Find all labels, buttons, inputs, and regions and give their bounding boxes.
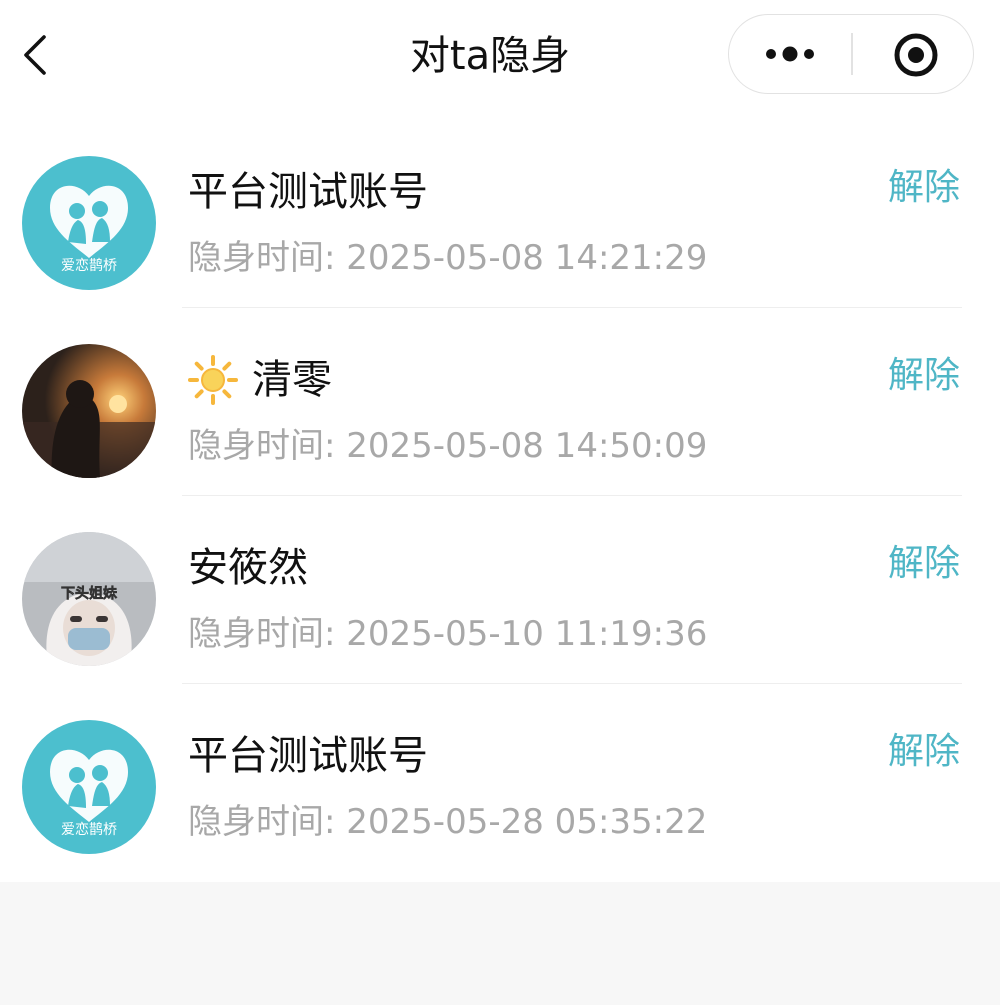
hidden-time: 隐身时间: 2025-05-10 11:19:36 xyxy=(188,610,707,658)
user-name: 平台测试账号 xyxy=(188,169,428,215)
page: 对ta隐身 爱恋鹊桥 平台测试账号 隐身时间: 2025-05-08 14:21… xyxy=(0,0,1000,1005)
avatar: 爱恋鹊桥 xyxy=(22,720,156,854)
list-item: 爱恋鹊桥 平台测试账号 隐身时间: 2025-05-08 14:21:29 解除 xyxy=(0,120,1000,308)
unhide-button[interactable]: 解除 xyxy=(888,538,960,590)
hidden-time-label: 隐身时间: xyxy=(188,238,336,278)
hidden-time-value: 2025-05-08 14:21:29 xyxy=(346,238,708,278)
hooded-person-photo-avatar: 下头姐妹 xyxy=(22,532,156,666)
chevron-left-icon xyxy=(24,35,46,75)
user-name-row: 清零 xyxy=(188,352,332,408)
avatar xyxy=(22,344,156,478)
page-title: 对ta隐身 xyxy=(409,33,571,79)
unhide-button[interactable]: 解除 xyxy=(888,726,960,778)
mini-program-capsule xyxy=(728,14,974,94)
list-item: 爱恋鹊桥 平台测试账号 隐身时间: 2025-05-28 05:35:22 解除 xyxy=(0,684,1000,872)
hidden-time-value: 2025-05-28 05:35:22 xyxy=(346,802,708,842)
hidden-time: 隐身时间: 2025-05-08 14:21:29 xyxy=(188,234,707,282)
sun-emoji-icon xyxy=(188,355,238,405)
hidden-time: 隐身时间: 2025-05-28 05:35:22 xyxy=(188,798,707,846)
user-name: 清零 xyxy=(252,357,332,403)
svg-text:爱恋鹊桥: 爱恋鹊桥 xyxy=(61,257,117,274)
svg-text:爱恋鹊桥: 爱恋鹊桥 xyxy=(61,821,117,838)
target-close-icon xyxy=(894,33,938,77)
hidden-time-label: 隐身时间: xyxy=(188,802,336,842)
list-item: 下头姐妹 安筱然 隐身时间: 2025-05-10 11:19:36 解除 xyxy=(0,496,1000,684)
hidden-time-value: 2025-05-08 14:50:09 xyxy=(346,426,708,466)
unhide-button[interactable]: 解除 xyxy=(888,350,960,402)
hidden-time-label: 隐身时间: xyxy=(188,426,336,466)
sunset-photo-avatar xyxy=(22,344,156,478)
svg-text:下头姐妹: 下头姐妹 xyxy=(61,585,118,602)
hidden-time-label: 隐身时间: xyxy=(188,614,336,654)
hidden-time-value: 2025-05-10 11:19:36 xyxy=(346,614,708,654)
nav-bar: 对ta隐身 xyxy=(0,0,1000,120)
avatar: 爱恋鹊桥 xyxy=(22,156,156,290)
avatar: 下头姐妹 xyxy=(22,532,156,666)
back-button[interactable] xyxy=(10,25,70,85)
user-name: 安筱然 xyxy=(188,545,308,591)
user-name: 平台测试账号 xyxy=(188,733,428,779)
more-dots-icon xyxy=(766,46,814,62)
unhide-button[interactable]: 解除 xyxy=(888,162,960,214)
hidden-user-list: 爱恋鹊桥 平台测试账号 隐身时间: 2025-05-08 14:21:29 解除 xyxy=(0,120,1000,882)
couple-logo-icon: 爱恋鹊桥 xyxy=(22,720,156,854)
list-item: 清零 隐身时间: 2025-05-08 14:50:09 解除 xyxy=(0,308,1000,496)
more-button[interactable] xyxy=(729,15,851,93)
close-button[interactable] xyxy=(853,15,973,93)
hidden-time: 隐身时间: 2025-05-08 14:50:09 xyxy=(188,422,707,470)
couple-logo-icon: 爱恋鹊桥 xyxy=(22,156,156,290)
